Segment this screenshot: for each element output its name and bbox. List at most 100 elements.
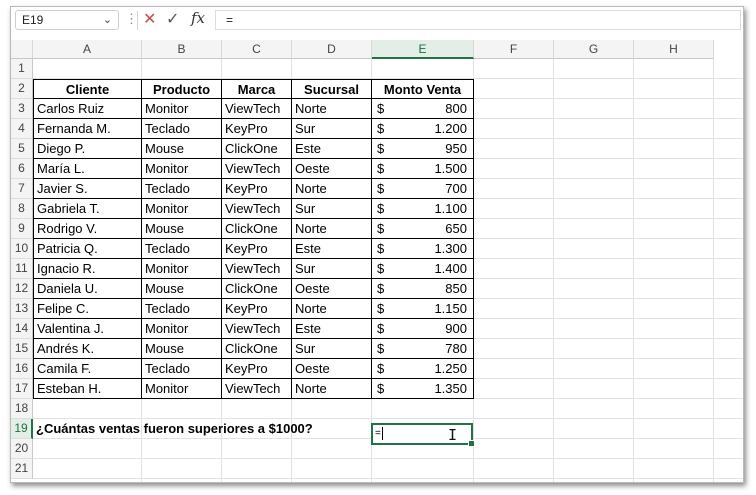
table-cell[interactable]: KeyPro: [222, 119, 292, 139]
table-cell[interactable]: Oeste: [292, 279, 372, 299]
table-cell[interactable]: KeyPro: [222, 239, 292, 259]
sale-amount-cell[interactable]: $1.150: [372, 299, 474, 319]
table-cell[interactable]: Esteban H.: [33, 379, 142, 399]
row-header-16[interactable]: 16: [11, 359, 33, 379]
row-header-14[interactable]: 14: [11, 319, 33, 339]
active-cell-e19[interactable]: =: [371, 423, 475, 447]
table-cell[interactable]: Sur: [292, 119, 372, 139]
table-cell[interactable]: Monitor: [142, 259, 222, 279]
column-header-c[interactable]: C: [222, 40, 292, 59]
sale-amount-cell[interactable]: $900: [372, 319, 474, 339]
table-cell[interactable]: Oeste: [292, 359, 372, 379]
enter-check-icon[interactable]: ✓: [166, 9, 179, 29]
formula-input[interactable]: =: [215, 10, 741, 30]
table-cell[interactable]: María L.: [33, 159, 142, 179]
sale-amount-cell[interactable]: $1.300: [372, 239, 474, 259]
table-cell[interactable]: Norte: [292, 299, 372, 319]
table-cell[interactable]: ViewTech: [222, 319, 292, 339]
table-cell[interactable]: Felipe C.: [33, 299, 142, 319]
table-cell[interactable]: Sur: [292, 199, 372, 219]
table-cell[interactable]: Daniela U.: [33, 279, 142, 299]
insert-function-icon[interactable]: fx: [191, 9, 205, 27]
select-all-corner[interactable]: [11, 40, 33, 59]
row-header-1[interactable]: 1: [11, 59, 33, 79]
row-header-7[interactable]: 7: [11, 179, 33, 199]
table-cell[interactable]: Mouse: [142, 219, 222, 239]
table-cell[interactable]: Carlos Ruiz: [33, 99, 142, 119]
table-cell[interactable]: Norte: [292, 379, 372, 399]
row-header-17[interactable]: 17: [11, 379, 33, 399]
row-header-4[interactable]: 4: [11, 119, 33, 139]
table-cell[interactable]: KeyPro: [222, 359, 292, 379]
table-cell[interactable]: KeyPro: [222, 299, 292, 319]
sale-amount-cell[interactable]: $800: [372, 99, 474, 119]
table-cell[interactable]: Monitor: [142, 319, 222, 339]
row-header-2[interactable]: 2: [11, 79, 33, 99]
table-cell[interactable]: Este: [292, 319, 372, 339]
table-cell[interactable]: Este: [292, 239, 372, 259]
table-cell[interactable]: Teclado: [142, 119, 222, 139]
sale-amount-cell[interactable]: $650: [372, 219, 474, 239]
table-cell[interactable]: Sur: [292, 259, 372, 279]
column-header-f[interactable]: F: [474, 40, 554, 59]
sale-amount-cell[interactable]: $1.350: [372, 379, 474, 399]
row-header-20[interactable]: 20: [11, 439, 33, 459]
table-cell[interactable]: Fernanda M.: [33, 119, 142, 139]
worksheet-grid[interactable]: A B C D E F G H 1 2 3 4 5 6 7 8 9 10 11 12 13 14 15 16 17 18 19 20 2…: [11, 35, 743, 482]
table-cell[interactable]: Mouse: [142, 339, 222, 359]
table-cell[interactable]: Norte: [292, 219, 372, 239]
column-header-d[interactable]: D: [292, 40, 372, 59]
table-cell[interactable]: ViewTech: [222, 159, 292, 179]
table-cell[interactable]: Norte: [292, 179, 372, 199]
table-cell[interactable]: Rodrigo V.: [33, 219, 142, 239]
table-cell[interactable]: ViewTech: [222, 199, 292, 219]
sale-amount-cell[interactable]: $850: [372, 279, 474, 299]
table-header-cell[interactable]: Monto Venta: [372, 79, 474, 99]
table-cell[interactable]: ViewTech: [222, 379, 292, 399]
table-cell[interactable]: Norte: [292, 99, 372, 119]
row-header-18[interactable]: 18: [11, 399, 33, 419]
sale-amount-cell[interactable]: $1.200: [372, 119, 474, 139]
table-cell[interactable]: ViewTech: [222, 99, 292, 119]
table-cell[interactable]: ClickOne: [222, 219, 292, 239]
table-cell[interactable]: Gabriela T.: [33, 199, 142, 219]
table-cell[interactable]: Este: [292, 139, 372, 159]
table-cell[interactable]: KeyPro: [222, 179, 292, 199]
row-header-15[interactable]: 15: [11, 339, 33, 359]
table-cell[interactable]: Mouse: [142, 279, 222, 299]
row-header-9[interactable]: 9: [11, 219, 33, 239]
table-cell[interactable]: Mouse: [142, 139, 222, 159]
row-header-13[interactable]: 13: [11, 299, 33, 319]
table-cell[interactable]: ClickOne: [222, 279, 292, 299]
row-header-12[interactable]: 12: [11, 279, 33, 299]
table-cell[interactable]: ClickOne: [222, 139, 292, 159]
table-cell[interactable]: Patricia Q.: [33, 239, 142, 259]
fill-handle[interactable]: [468, 440, 475, 447]
table-cell[interactable]: Valentina J.: [33, 319, 142, 339]
sale-amount-cell[interactable]: $1.250: [372, 359, 474, 379]
table-cell[interactable]: ClickOne: [222, 339, 292, 359]
row-header-6[interactable]: 6: [11, 159, 33, 179]
table-cell[interactable]: Javier S.: [33, 179, 142, 199]
column-header-h[interactable]: H: [634, 40, 714, 59]
table-cell[interactable]: Diego P.: [33, 139, 142, 159]
table-cell[interactable]: Ignacio R.: [33, 259, 142, 279]
column-header-a[interactable]: A: [33, 40, 142, 59]
table-header-cell[interactable]: Cliente: [33, 79, 142, 99]
sale-amount-cell[interactable]: $700: [372, 179, 474, 199]
row-header-5[interactable]: 5: [11, 139, 33, 159]
column-header-g[interactable]: G: [554, 40, 634, 59]
sale-amount-cell[interactable]: $1.400: [372, 259, 474, 279]
row-header-21[interactable]: 21: [11, 459, 33, 479]
table-cell[interactable]: Teclado: [142, 299, 222, 319]
sale-amount-cell[interactable]: $780: [372, 339, 474, 359]
table-cell[interactable]: Monitor: [142, 159, 222, 179]
table-header-cell[interactable]: Producto: [142, 79, 222, 99]
table-cell[interactable]: Teclado: [142, 179, 222, 199]
table-cell[interactable]: Monitor: [142, 199, 222, 219]
table-header-cell[interactable]: Marca: [222, 79, 292, 99]
sale-amount-cell[interactable]: $1.100: [372, 199, 474, 219]
table-cell[interactable]: Monitor: [142, 379, 222, 399]
row-header-11[interactable]: 11: [11, 259, 33, 279]
row-header-10[interactable]: 10: [11, 239, 33, 259]
